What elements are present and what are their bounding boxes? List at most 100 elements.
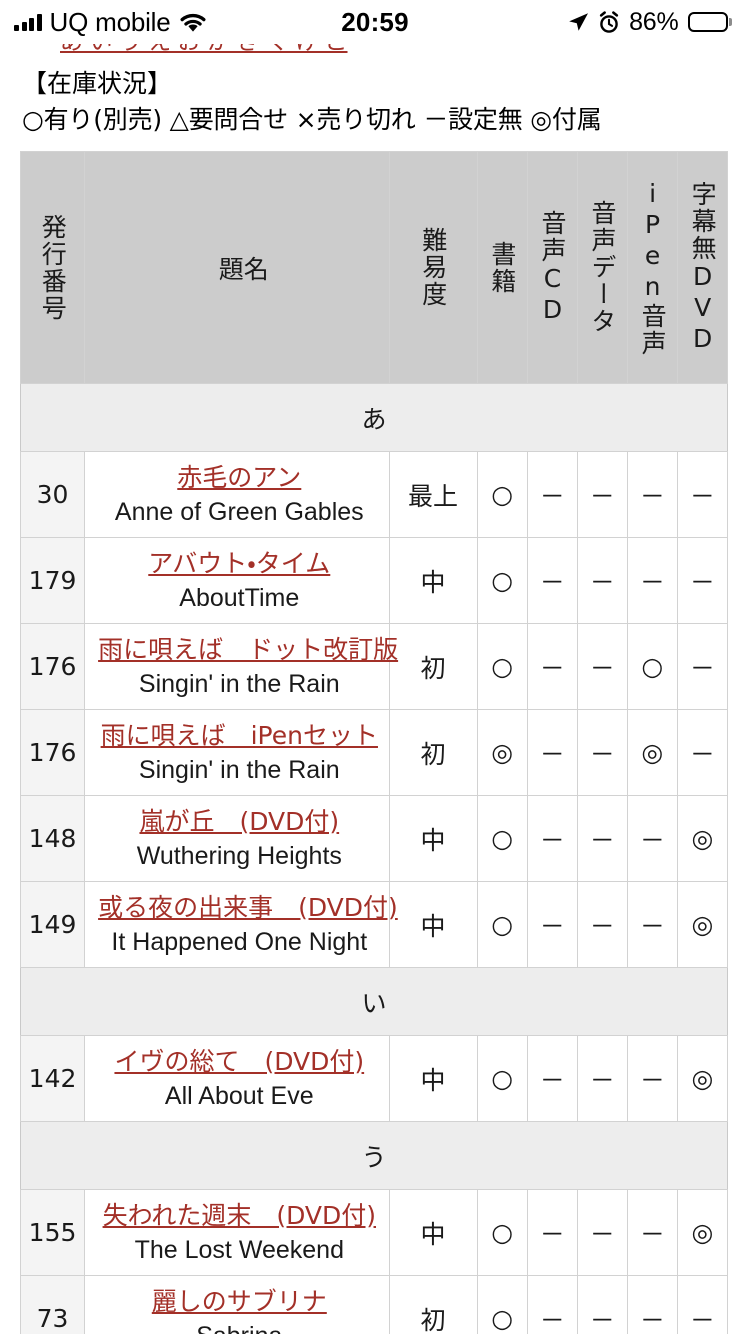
cell-ipen-audio: － [626, 1035, 678, 1122]
clipped-index-links[interactable]: あ い う え お か き く け こ [0, 44, 750, 58]
column-header-nosub-dvd-label: 字幕無DVD [688, 180, 718, 355]
cell-book: ○ [476, 451, 528, 538]
cell-audio-cd: － [526, 623, 578, 710]
cell-issue-number: 73 [19, 1275, 86, 1334]
signal-bars-icon [14, 13, 42, 31]
cell-book: ○ [476, 1035, 528, 1122]
column-header-level-label: 難易度 [418, 227, 448, 308]
legend-line: ○有り(別売) △要問合せ ×売り切れ －設定無 ◎付属 [22, 104, 602, 134]
column-header-book-label: 書籍 [487, 240, 517, 295]
section-header-row: う [20, 1121, 728, 1190]
title-text-en: Anne of Green Gables [114, 497, 364, 526]
column-header-no: 発行番号 [19, 151, 86, 384]
cell-audio-data: － [576, 1189, 628, 1276]
clock-label: 20:59 [341, 6, 409, 37]
cell-book: ○ [476, 881, 528, 968]
cell-audio-cd: － [526, 709, 578, 796]
cell-issue-number: 30 [19, 451, 86, 538]
cell-title: 或る夜の出来事 (DVD付) It Happened One Night [84, 881, 398, 968]
title-link-ja[interactable]: アバウト・タイム [148, 548, 330, 580]
title-text-en: Singin' in the Rain [138, 755, 340, 784]
alarm-clock-icon [598, 10, 620, 34]
title-link-ja[interactable]: 麗しのサブリナ [152, 1286, 327, 1318]
section-header-label: い [20, 967, 728, 1036]
title-text-en: AboutTime [179, 583, 300, 612]
cell-title: イヴの総て (DVD付) All About Eve [84, 1035, 390, 1122]
column-header-audio-data: 音声データ [576, 151, 628, 384]
cell-difficulty: 中 [388, 1035, 478, 1122]
cell-issue-number: 148 [19, 795, 86, 882]
cell-difficulty: 中 [388, 537, 478, 624]
status-bar-left: UQ mobile [14, 7, 207, 38]
title-text-en: Wuthering Heights [136, 841, 342, 870]
cell-audio-cd: － [526, 1189, 578, 1276]
table-row: 142 イヴの総て (DVD付) All About Eve 中 ○ －－－ ◎ [19, 1035, 729, 1122]
cell-title: 雨に唄えば iPenセット Singin' in the Rain [84, 709, 390, 796]
cell-title: 失われた週末 (DVD付) The Lost Weekend [84, 1189, 390, 1276]
cell-title: 赤毛のアン Anne of Green Gables [84, 451, 390, 538]
cell-ipen-audio: － [626, 1189, 678, 1276]
cell-audio-cd: － [526, 1035, 578, 1122]
battery-percent-label: 86% [629, 7, 679, 36]
cell-book: ◎ [476, 709, 528, 796]
cell-audio-data: － [576, 795, 628, 882]
cell-ipen-audio: ○ [626, 623, 678, 710]
cell-audio-cd: － [526, 451, 578, 538]
cell-nosub-dvd: － [676, 537, 729, 624]
cell-nosub-dvd: ◎ [676, 1189, 729, 1276]
cell-audio-cd: － [526, 537, 578, 624]
cell-audio-cd: － [526, 1275, 578, 1334]
column-header-ipen-audio: iPen音声 [626, 151, 678, 384]
cell-audio-cd: － [526, 795, 578, 882]
cell-difficulty: 初 [388, 1275, 478, 1334]
column-header-ipen-audio-label: iPen音声 [638, 178, 668, 357]
title-link-ja[interactable]: 失われた週末 (DVD付) [103, 1200, 376, 1232]
title-link-ja[interactable]: 嵐が丘 (DVD付) [139, 806, 339, 838]
table-header-row: 発行番号 題名 難易度 書籍 音声CD 音声データ iPen音声 字幕無DVD [19, 151, 729, 384]
cell-audio-data: － [576, 1035, 628, 1122]
section-header-label: う [20, 1121, 728, 1190]
cell-nosub-dvd: － [676, 1275, 729, 1334]
cell-issue-number: 176 [19, 709, 86, 796]
cell-title: 雨に唄えば ドット改訂版 Singin' in the Rain [84, 623, 398, 710]
cell-audio-data: － [576, 881, 628, 968]
cell-difficulty: 初 [388, 709, 478, 796]
title-link-ja[interactable]: 赤毛のアン [177, 462, 301, 494]
title-link-ja[interactable]: 雨に唄えば iPenセット [101, 720, 378, 752]
column-header-level: 難易度 [388, 151, 478, 384]
cell-ipen-audio: － [626, 451, 678, 538]
cell-issue-number: 149 [19, 881, 86, 968]
cell-audio-data: － [576, 1275, 628, 1334]
table-row: 73麗しのサブリナSabrina初○－－－－ [19, 1275, 729, 1334]
title-link-ja[interactable]: イヴの総て (DVD付) [114, 1046, 364, 1078]
wifi-icon [179, 12, 207, 33]
cell-book: ○ [476, 1189, 528, 1276]
title-link-ja[interactable]: 或る夜の出来事 (DVD付) [98, 892, 398, 924]
table-row: 149 或る夜の出来事 (DVD付) It Happened One Night 中 ○… [19, 881, 729, 968]
table-row: 176 雨に唄えば ドット改訂版 Singin' in the Rain 初 ○ －－ ○ － [19, 623, 729, 710]
battery-full-icon [687, 12, 732, 32]
cell-book: ○ [476, 1275, 528, 1334]
cell-title: 嵐が丘 (DVD付) Wuthering Heights [84, 795, 390, 882]
column-header-audio-data-label: 音声データ [588, 200, 618, 335]
section-header-row: あ [20, 383, 728, 452]
cell-nosub-dvd: ◎ [676, 881, 729, 968]
legend: 【在庫状況】 ○有り(別売) △要問合せ ×売り切れ －設定無 ◎付属 [0, 58, 750, 137]
cell-nosub-dvd: － [676, 623, 729, 710]
column-header-no-label: 発行番号 [38, 213, 68, 322]
cell-ipen-audio: － [626, 795, 678, 882]
cell-audio-data: － [576, 537, 628, 624]
title-text-en: All About Eve [164, 1081, 314, 1110]
stock-table: 発行番号 題名 難易度 書籍 音声CD 音声データ iPen音声 字幕無DVD … [19, 151, 729, 1334]
cell-audio-data: － [576, 709, 628, 796]
title-link-ja[interactable]: 雨に唄えば ドット改訂版 [98, 634, 398, 666]
cell-ipen-audio: － [626, 537, 678, 624]
stock-table-body: あ 30 赤毛のアン Anne of Green Gables 最上 ○ －－－－ 179 アバ… [19, 383, 729, 1334]
table-row: 30 赤毛のアン Anne of Green Gables 最上 ○ －－－－ [19, 451, 729, 538]
section-header-row: い [20, 967, 728, 1036]
location-arrow-icon [567, 11, 589, 33]
clipped-index-links-text: あ い う え お か き く け こ [60, 44, 710, 56]
cell-difficulty: 最上 [388, 451, 478, 538]
table-row: 176 雨に唄えば iPenセット Singin' in the Rain 初 ◎ －－ ◎… [19, 709, 729, 796]
cell-title: 麗しのサブリナ Sabrina [84, 1275, 390, 1334]
